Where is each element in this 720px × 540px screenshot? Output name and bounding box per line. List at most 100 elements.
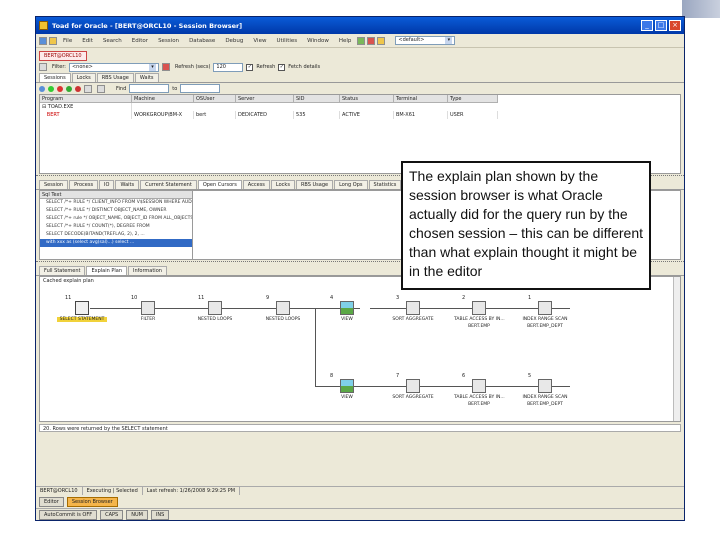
tab-process[interactable]: Process xyxy=(69,180,99,189)
col-terminal[interactable]: Terminal xyxy=(394,95,448,103)
new-icon[interactable] xyxy=(39,36,47,45)
tab-sessions[interactable]: Sessions xyxy=(39,73,71,82)
col-machine[interactable]: Machine xyxy=(132,95,194,103)
minimize-button[interactable]: _ xyxy=(641,20,653,31)
tab-explain-plan[interactable]: Explain Plan xyxy=(86,266,127,275)
col-type[interactable]: Type xyxy=(448,95,498,103)
col-status[interactable]: Status xyxy=(340,95,394,103)
tab-open-cursors[interactable]: Open Cursors xyxy=(197,180,242,189)
close-button[interactable]: × xyxy=(669,20,681,31)
list-item[interactable]: SELECT /*+ RULE */ CLIENT_INFO FROM V$SE… xyxy=(40,199,192,207)
task-editor-button[interactable]: Editor xyxy=(39,497,64,507)
schema-combo-value: <default> xyxy=(398,37,425,43)
plan-node-table-access[interactable]: 6 TABLE ACCESS BY IN... BERT.EMP xyxy=(454,373,505,407)
view-icon xyxy=(340,379,354,393)
plan-node-nested-loops[interactable]: 11 NESTED LOOPS xyxy=(190,295,240,322)
title-bar: Toad for Oracle - [BERT@ORCL10 - Session… xyxy=(36,17,684,34)
copy-icon[interactable] xyxy=(97,84,105,93)
index-scan-icon xyxy=(538,301,552,315)
sort-icon xyxy=(406,379,420,393)
to-input[interactable] xyxy=(180,84,221,93)
plan-node-table-access[interactable]: 2 TABLE ACCESS BY IN... BERT.EMP xyxy=(454,295,505,329)
window-taskbar: Editor Session Browser xyxy=(36,496,684,508)
find-input[interactable] xyxy=(129,84,170,93)
maximize-button[interactable]: □ xyxy=(655,20,667,31)
menu-file[interactable]: File xyxy=(63,38,72,44)
tab-long-ops[interactable]: Long Ops xyxy=(334,180,368,189)
list-item[interactable]: SELECT /*+ RULE */ DISTINCT OBJECT_NAME,… xyxy=(40,207,192,215)
tab-access[interactable]: Access xyxy=(242,180,270,189)
plan-node-view[interactable]: 4 VIEW xyxy=(322,295,372,322)
menu-editor[interactable]: Editor xyxy=(132,38,148,44)
menu-window[interactable]: Window xyxy=(307,38,329,44)
kill-icon[interactable] xyxy=(57,85,63,92)
plan-node-sort-aggregate[interactable]: 3 SORT AGGREGATE xyxy=(388,295,438,322)
trace-icon[interactable] xyxy=(84,84,92,93)
plan-node-view[interactable]: 8 VIEW xyxy=(322,373,372,400)
plan-node-index-range-scan[interactable]: 1 INDEX RANGE SCAN BERT.EMP_DEPT xyxy=(520,295,570,329)
sort-icon xyxy=(406,301,420,315)
tab-information[interactable]: Information xyxy=(127,266,167,275)
list-item[interactable]: SELECT DECODE(BITAND(TREFLAG, 2), 2, ... xyxy=(40,231,192,239)
filter-node-icon xyxy=(141,301,155,315)
col-program[interactable]: Program xyxy=(40,95,132,103)
plan-scrollbar[interactable] xyxy=(673,277,680,421)
menu-utilities[interactable]: Utilities xyxy=(276,38,297,44)
menu-help[interactable]: Help xyxy=(339,38,352,44)
tab-locks[interactable]: Locks xyxy=(270,180,295,189)
tab-waits[interactable]: Waits xyxy=(115,180,140,189)
go-icon[interactable] xyxy=(48,85,54,92)
menu-debug[interactable]: Debug xyxy=(225,38,243,44)
refresh-icon[interactable] xyxy=(161,63,170,71)
refresh-icon[interactable] xyxy=(39,85,45,92)
plan-node-select-statement[interactable]: 11 SELECT STATEMENT xyxy=(57,295,107,322)
red-icon[interactable] xyxy=(75,85,81,92)
doc-tab-connection[interactable]: BERT@ORCL10 xyxy=(39,51,87,61)
menu-session[interactable]: Session xyxy=(158,38,179,44)
table-row[interactable]: ⊟ TOAD.EXE xyxy=(40,103,680,111)
filter-icon[interactable] xyxy=(39,63,47,71)
green-icon[interactable] xyxy=(66,85,72,92)
tab-io[interactable]: IO xyxy=(99,180,115,189)
menu-edit[interactable]: Edit xyxy=(82,38,93,44)
tab-full-statement[interactable]: Full Statement xyxy=(39,266,86,275)
plan-node-nested-loops[interactable]: 9 NESTED LOOPS xyxy=(258,295,308,322)
plan-node-index-range-scan[interactable]: 5 INDEX RANGE SCAN BERT.EMP_DEPT xyxy=(520,373,570,407)
menu-database[interactable]: Database xyxy=(189,38,215,44)
list-item[interactable]: SELECT /*+ RULE */ COUNT(*), DEGREE FROM xyxy=(40,223,192,231)
plan-node-sort-aggregate[interactable]: 7 SORT AGGREGATE xyxy=(388,373,438,400)
col-sid[interactable]: SID xyxy=(294,95,340,103)
tab-rbs-usage[interactable]: RBS Usage xyxy=(295,180,334,189)
tab-waits[interactable]: Waits xyxy=(134,73,159,82)
task-session-browser-button[interactable]: Session Browser xyxy=(66,497,118,507)
menu-view[interactable]: View xyxy=(253,38,266,44)
autocommit-indicator[interactable]: AutoCommit is OFF xyxy=(39,509,98,520)
stop-icon[interactable] xyxy=(367,36,376,45)
filter-bar: Filter: <none> ▾ Refresh (secs) 120 ✓ Re… xyxy=(36,61,684,73)
plan-node-filter[interactable]: 10 FILTER xyxy=(123,295,173,322)
list-item[interactable]: SELECT /*+ rule */ OBJECT_NAME, OBJECT_I… xyxy=(40,215,192,223)
open-icon[interactable] xyxy=(49,36,57,45)
schema-combo[interactable]: <default> ▾ xyxy=(395,36,456,45)
tab-rbs-usage[interactable]: RBS Usage xyxy=(96,73,134,82)
sql-text-header[interactable]: Sql Text xyxy=(40,191,192,199)
fetch-details-checkbox[interactable]: ✓ xyxy=(278,63,286,71)
schema-icon[interactable] xyxy=(377,36,386,45)
status-connection: BERT@ORCL10 xyxy=(36,487,83,495)
filter-combo[interactable]: <none> ▾ xyxy=(68,62,159,72)
tab-session[interactable]: Session xyxy=(39,180,69,189)
refresh-checkbox[interactable]: ✓ xyxy=(246,63,254,71)
table-row[interactable]: BERT WORKGROUP\BM-X bert DEDICATED 535 A… xyxy=(40,111,680,119)
tab-statistics[interactable]: Statistics xyxy=(368,180,402,189)
run-icon[interactable] xyxy=(357,36,366,45)
list-item-selected[interactable]: with xxx as (select avg(sal)...) select … xyxy=(40,239,192,247)
refresh-secs-input[interactable]: 120 xyxy=(213,62,244,72)
tab-locks[interactable]: Locks xyxy=(71,73,96,82)
explanation-callout: The explain plan shown by the session br… xyxy=(401,161,651,290)
toad-app-icon xyxy=(39,21,48,30)
col-osuser[interactable]: OSUser xyxy=(194,95,236,103)
tab-current-statement[interactable]: Current Statement xyxy=(140,180,197,189)
col-server[interactable]: Server xyxy=(236,95,294,103)
menu-search[interactable]: Search xyxy=(103,38,122,44)
status-last-refresh: Last refresh: 1/26/2008 9:29:25 PM xyxy=(143,487,241,495)
